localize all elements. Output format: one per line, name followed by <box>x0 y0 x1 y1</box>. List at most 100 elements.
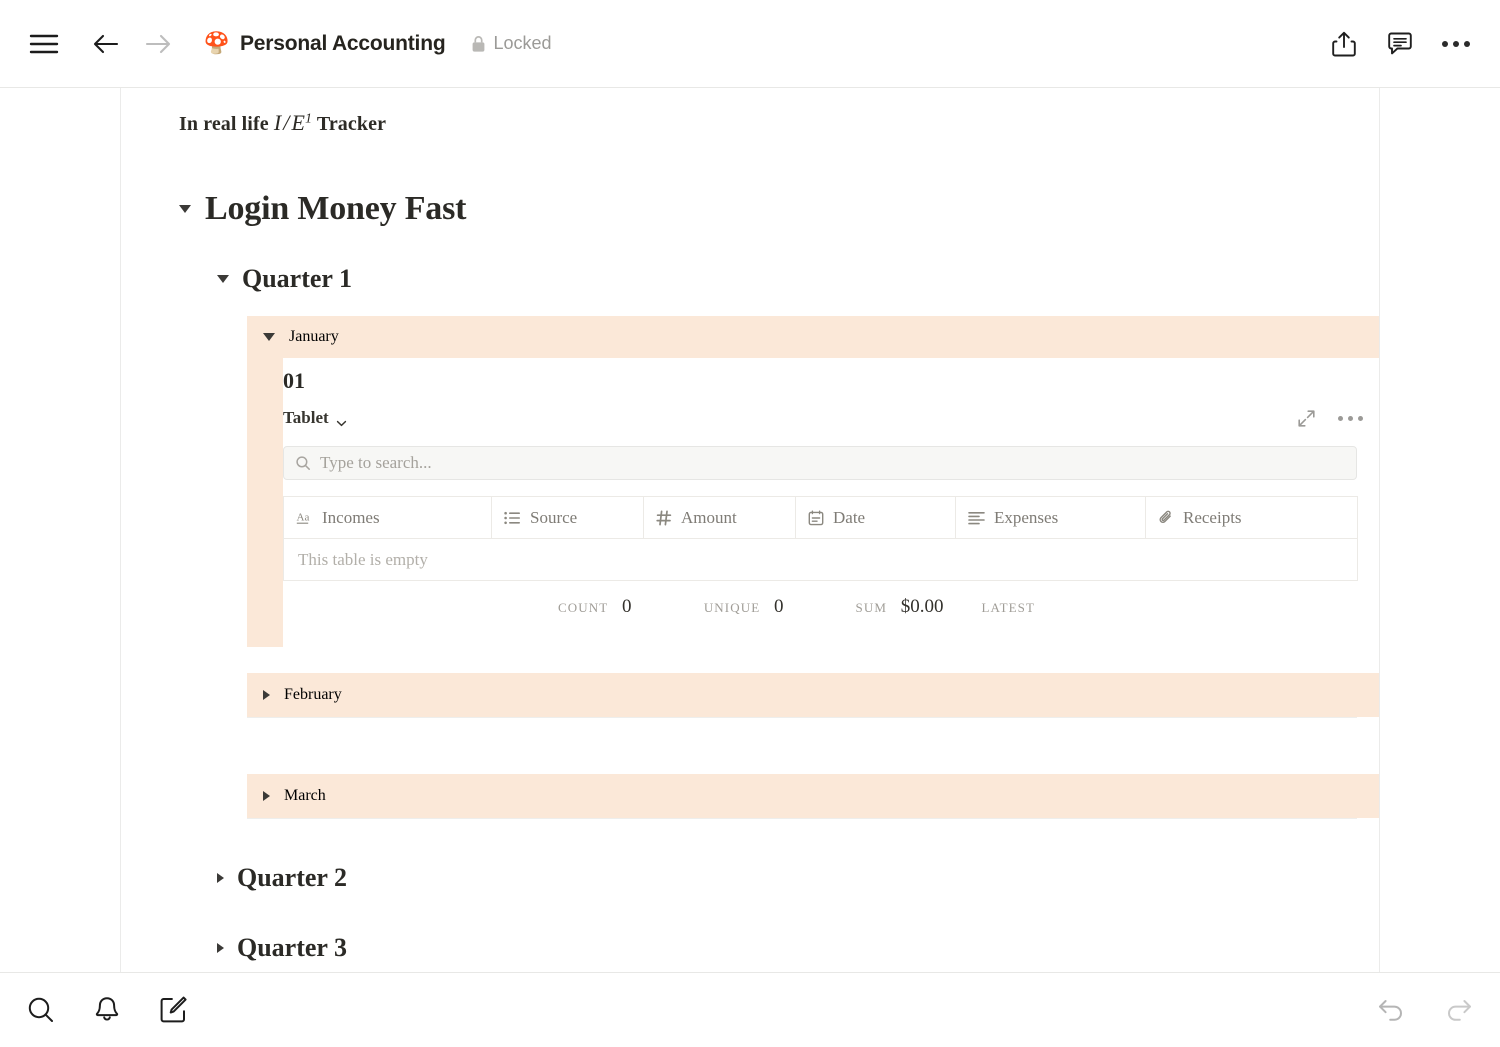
arrow-right-icon[interactable] <box>136 22 180 66</box>
more-horizontal-icon[interactable] <box>1434 22 1478 66</box>
day-heading-01: 01 <box>283 368 305 393</box>
share-icon[interactable] <box>1322 22 1366 66</box>
february-label: February <box>284 685 342 703</box>
bottom-toolbar-left-group <box>22 991 192 1029</box>
chevron-down-icon[interactable] <box>263 333 275 341</box>
page-title[interactable]: Personal Accounting <box>240 32 446 56</box>
column-header-label: Date <box>833 507 866 527</box>
hamburger-menu-icon[interactable] <box>22 22 66 66</box>
top-bar-right-group <box>1322 22 1478 66</box>
more-dot <box>1358 415 1363 421</box>
toggle-heading-login-money-fast[interactable]: Login Money Fast <box>121 136 1379 228</box>
content-rule-right <box>1379 88 1380 972</box>
more-dot <box>1453 40 1459 47</box>
aggregation-cell-incomes[interactable] <box>284 581 492 633</box>
toggle-heading-quarter-2[interactable]: Quarter 2 <box>121 819 1379 893</box>
column-header-label: Incomes <box>322 507 380 527</box>
undo-icon[interactable] <box>1372 991 1410 1029</box>
document-body: In real life I/E1 Tracker Login Money Fa… <box>0 88 1500 972</box>
column-header-receipts[interactable]: Receipts <box>1145 496 1358 539</box>
more-dot <box>1464 40 1470 47</box>
column-header-amount[interactable]: Amount <box>643 496 796 539</box>
more-dot <box>1348 415 1353 421</box>
caption-suffix: Tracker <box>312 113 387 135</box>
aggregation-label: COUNT <box>557 599 609 615</box>
table-empty-message: This table is empty <box>283 538 1358 581</box>
toggle-heading-quarter-3[interactable]: Quarter 3 <box>121 893 1379 963</box>
chevron-down-icon[interactable] <box>217 275 229 283</box>
chevron-down-icon[interactable] <box>336 414 347 426</box>
more-dot <box>1442 40 1448 47</box>
quarter-2-label: Quarter 2 <box>237 862 347 892</box>
svg-text:Aa: Aa <box>297 512 310 524</box>
status-badge-locked[interactable]: Locked <box>471 33 552 54</box>
top-bar: 🍄 Personal Accounting Locked <box>0 0 1500 88</box>
expand-diagonal-icon[interactable] <box>1297 409 1316 428</box>
column-header-label: Amount <box>681 507 737 527</box>
search-input[interactable]: Type to search... <box>320 453 432 473</box>
aggregation-label: SUM <box>855 599 887 615</box>
column-header-expenses[interactable]: Expenses <box>955 496 1146 539</box>
text-lines-icon <box>968 511 985 525</box>
heading1-label: Login Money Fast <box>205 190 467 227</box>
aggregation-cell-date[interactable]: SUM $0.00 <box>796 581 956 633</box>
redo-icon[interactable] <box>1440 991 1478 1029</box>
january-inner-content: 01 Tablet Type to search... Aa Incomes S… <box>283 358 1379 647</box>
toggle-heading-january[interactable]: January <box>247 316 1379 358</box>
document-content: In real life I/E1 Tracker Login Money Fa… <box>121 88 1379 972</box>
aggregation-cell-amount[interactable]: UNIQUE 0 <box>644 581 796 633</box>
bottom-toolbar-right-group <box>1372 991 1478 1029</box>
search-icon[interactable] <box>22 991 60 1029</box>
quarter-1-label: Quarter 1 <box>242 264 352 293</box>
toggle-heading-quarter-1[interactable]: Quarter 1 <box>121 228 1379 294</box>
table-header-row: Aa Incomes Source Amount Date Expenses R… <box>283 496 1358 539</box>
lock-icon <box>471 35 486 53</box>
arrow-left-icon[interactable] <box>84 22 128 66</box>
column-header-date[interactable]: Date <box>795 496 956 539</box>
compose-icon[interactable] <box>154 991 192 1029</box>
aggregation-cell-source[interactable]: COUNT 0 <box>492 581 644 633</box>
database-view-tab-tablet[interactable]: Tablet <box>283 408 347 428</box>
january-label: January <box>289 328 339 345</box>
table-empty-row: This table is empty <box>283 538 1358 581</box>
aggregation-label: UNIQUE <box>703 599 761 615</box>
comment-icon[interactable] <box>1378 22 1422 66</box>
column-header-label: Receipts <box>1183 507 1242 527</box>
document-emoji-icon[interactable]: 🍄 <box>204 31 230 57</box>
paperclip-icon <box>1158 510 1174 526</box>
text-type-icon: Aa <box>296 510 313 525</box>
chevron-right-icon[interactable] <box>263 790 270 801</box>
select-list-icon <box>504 511 521 525</box>
database-search-bar[interactable]: Type to search... <box>283 446 1357 480</box>
bottom-toolbar <box>0 972 1500 1047</box>
chevron-down-icon[interactable] <box>179 205 191 213</box>
aggregation-value: 0 <box>774 595 784 617</box>
database-view-actions <box>1297 409 1379 428</box>
caption-prefix: In real life <box>179 113 274 135</box>
lock-label: Locked <box>493 33 552 53</box>
toggle-heading-february[interactable]: February <box>247 672 1379 717</box>
column-header-source[interactable]: Source <box>491 496 644 539</box>
caption-var-expense: E <box>291 110 306 135</box>
caption-slash: / <box>283 110 290 135</box>
more-horizontal-icon[interactable] <box>1338 415 1363 421</box>
chevron-right-icon[interactable] <box>217 872 224 883</box>
column-header-label: Source <box>530 507 578 527</box>
aggregation-cell-expenses[interactable]: LATEST <box>956 581 1146 633</box>
aggregation-cell-receipts[interactable] <box>1146 581 1358 633</box>
block-divider <box>247 716 1357 718</box>
aggregation-value: 0 <box>622 595 632 617</box>
table-aggregation-row: COUNT 0 UNIQUE 0 SUM $0.00 LATEST <box>284 581 1358 633</box>
march-label: March <box>284 786 326 804</box>
month-body-january: 01 Tablet Type to search... Aa Incomes S… <box>247 358 1379 647</box>
column-header-incomes[interactable]: Aa Incomes <box>283 496 492 539</box>
toggle-heading-march[interactable]: March <box>247 773 1379 818</box>
quarter-3-label: Quarter 3 <box>237 932 347 962</box>
document-caption: In real life I/E1 Tracker <box>121 88 1379 136</box>
calendar-icon <box>808 510 824 526</box>
top-bar-left-group: 🍄 Personal Accounting Locked <box>22 22 552 66</box>
bell-icon[interactable] <box>88 991 126 1029</box>
chevron-right-icon[interactable] <box>217 942 224 953</box>
chevron-right-icon[interactable] <box>263 689 270 700</box>
column-header-label: Expenses <box>994 507 1059 527</box>
